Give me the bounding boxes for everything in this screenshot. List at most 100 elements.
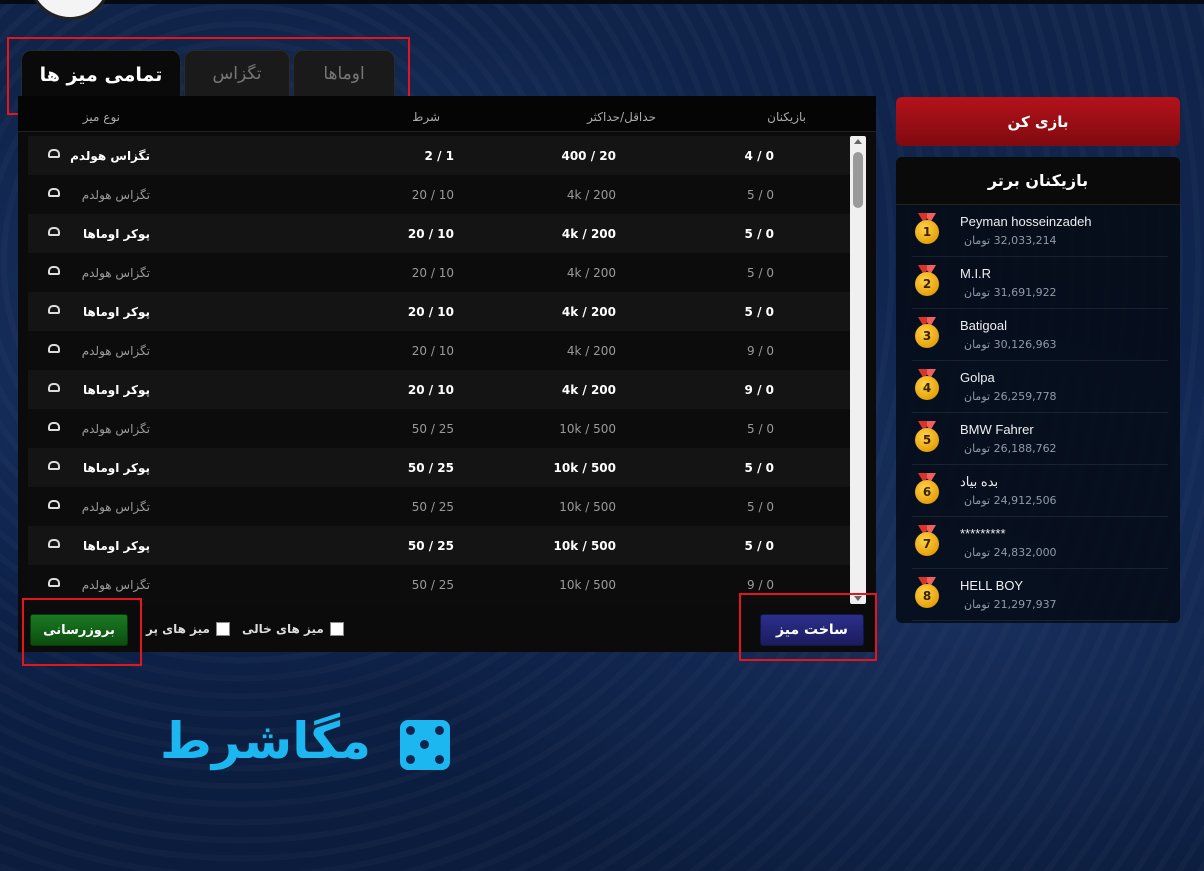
medal-icon: 3 [914, 317, 940, 348]
players-cell: 0 / 5 [747, 266, 774, 280]
top-players-title: بازیکنان برتر [896, 157, 1180, 205]
header-type: نوع میز [82, 110, 120, 124]
header-bet: شرط [412, 110, 440, 124]
table-row[interactable]: 0 / 5 500 / 10k 25 / 50 تگزاس هولدم [28, 487, 850, 526]
scrollbar[interactable] [850, 136, 866, 604]
top-player-item: 6 بده بیاد 24,912,506 تومان [912, 465, 1168, 517]
table-icon [48, 422, 60, 431]
bet-cell: 25 / 50 [407, 461, 454, 475]
players-cell: 0 / 5 [744, 539, 774, 553]
player-score: 24,832,000 تومان [964, 546, 1057, 559]
bet-cell: 25 / 50 [411, 422, 454, 436]
brand-logo: مگاشرط [160, 712, 452, 792]
table-icon [48, 266, 60, 275]
table-type-cell: پوکر اوماها [83, 383, 150, 397]
medal-icon: 7 [914, 525, 940, 556]
table-row[interactable]: 0 / 9 200 / 4k 10 / 20 تگزاس هولدم [28, 331, 850, 370]
minmax-cell: 500 / 10k [559, 422, 616, 436]
minmax-cell: 500 / 10k [553, 461, 617, 475]
top-bar [0, 0, 1204, 4]
tables-footer: بروزرسانی میز های پر میز های خالی ساخت م… [18, 606, 876, 652]
table-row[interactable]: 0 / 5 200 / 4k 10 / 20 پوکر اوماها [28, 292, 850, 331]
minmax-cell: 500 / 10k [559, 500, 616, 514]
top-player-item: 4 Golpa 26,259,778 تومان [912, 361, 1168, 413]
table-type-cell: تگزاس هولدم [81, 578, 150, 592]
table-row[interactable]: 0 / 5 500 / 10k 25 / 50 پوکر اوماها [28, 526, 850, 565]
medal-icon: 8 [914, 577, 940, 608]
avatar[interactable] [28, 0, 112, 20]
table-icon [48, 305, 60, 314]
top-player-item: 7 ********* 24,832,000 تومان [912, 517, 1168, 569]
player-score: 30,126,963 تومان [964, 338, 1057, 351]
table-icon [48, 539, 60, 548]
tab-omaha[interactable]: اوماها [293, 50, 395, 96]
top-player-item: 5 BMW Fahrer 26,188,762 تومان [912, 413, 1168, 465]
medal-icon: 5 [914, 421, 940, 452]
minmax-cell: 200 / 4k [561, 383, 616, 397]
empty-tables-label: میز های خالی [242, 622, 324, 636]
medal-icon: 2 [914, 265, 940, 296]
table-row[interactable]: 0 / 9 200 / 4k 10 / 20 پوکر اوماها [28, 370, 850, 409]
player-name: Peyman hosseinzadeh [960, 214, 1092, 229]
full-tables-checkbox[interactable]: میز های پر [146, 622, 230, 636]
table-row[interactable]: 0 / 5 200 / 4k 10 / 20 تگزاس هولدم [28, 175, 850, 214]
top-players-list: 1 Peyman hosseinzadeh 32,033,214 تومان 2 M.I… [896, 205, 1180, 621]
tables-panel: بازیکنان حداقل/حداکثر شرط نوع میز 0 / 4 2… [18, 96, 876, 652]
full-tables-label: میز های پر [146, 622, 210, 636]
table-row[interactable]: 0 / 9 500 / 10k 25 / 50 تگزاس هولدم [28, 565, 850, 604]
table-row[interactable]: 0 / 5 200 / 4k 10 / 20 پوکر اوماها [28, 214, 850, 253]
bet-cell: 10 / 20 [411, 266, 454, 280]
medal-icon: 6 [914, 473, 940, 504]
bet-cell: 25 / 50 [411, 578, 454, 592]
table-type-cell: تگزاس هولدم [81, 266, 150, 280]
player-name: Batigoal [960, 318, 1007, 333]
table-type-cell: تگزاس هولدم [81, 422, 150, 436]
table-icon [48, 578, 60, 587]
players-cell: 0 / 9 [747, 344, 774, 358]
tab-all-tables[interactable]: تمامی میز ها [21, 50, 181, 98]
players-cell: 0 / 9 [744, 383, 774, 397]
table-type-cell: پوکر اوماها [83, 539, 150, 553]
player-name: بده بیاد [960, 474, 999, 489]
top-player-item: 2 M.I.R 31,691,922 تومان [912, 257, 1168, 309]
bet-cell: 25 / 50 [407, 539, 454, 553]
table-row[interactable]: 0 / 4 20 / 400 1 / 2 تگزاس هولدم [28, 136, 850, 175]
medal-icon: 1 [914, 213, 940, 244]
table-icon [48, 500, 60, 509]
table-type-cell: تگزاس هولدم [81, 500, 150, 514]
player-name: M.I.R [960, 266, 992, 281]
player-score: 31,691,922 تومان [964, 286, 1057, 299]
minmax-cell: 20 / 400 [561, 149, 616, 163]
bet-cell: 10 / 20 [407, 227, 454, 241]
table-icon [48, 461, 60, 470]
play-button[interactable]: بازی کن [896, 97, 1180, 146]
checkbox-box[interactable] [215, 622, 230, 636]
top-player-item: 1 Peyman hosseinzadeh 32,033,214 تومان [912, 205, 1168, 257]
players-cell: 0 / 5 [747, 500, 774, 514]
checkbox-box[interactable] [329, 622, 344, 636]
scroll-thumb[interactable] [853, 152, 863, 208]
table-tabs: تمامی میز ها تگزاس اوماها [18, 50, 398, 98]
logo-text: مگاشرط [160, 712, 373, 770]
table-row[interactable]: 0 / 5 500 / 10k 25 / 50 پوکر اوماها [28, 448, 850, 487]
scroll-up-icon[interactable] [854, 139, 862, 144]
create-table-button[interactable]: ساخت میز [760, 614, 864, 646]
table-type-cell: تگزاس هولدم [81, 344, 150, 358]
table-row[interactable]: 0 / 5 500 / 10k 25 / 50 تگزاس هولدم [28, 409, 850, 448]
minmax-cell: 500 / 10k [559, 578, 616, 592]
players-cell: 0 / 5 [747, 422, 774, 436]
player-score: 26,188,762 تومان [964, 442, 1057, 455]
minmax-cell: 200 / 4k [566, 266, 616, 280]
minmax-cell: 200 / 4k [561, 227, 616, 241]
bet-cell: 10 / 20 [407, 305, 454, 319]
refresh-button[interactable]: بروزرسانی [30, 614, 128, 646]
empty-tables-checkbox[interactable]: میز های خالی [242, 622, 344, 636]
table-row[interactable]: 0 / 5 200 / 4k 10 / 20 تگزاس هولدم [28, 253, 850, 292]
scroll-down-icon[interactable] [854, 596, 862, 601]
bet-cell: 10 / 20 [411, 188, 454, 202]
bet-cell: 1 / 2 [424, 149, 454, 163]
table-type-cell: پوکر اوماها [83, 461, 150, 475]
players-cell: 0 / 5 [744, 305, 774, 319]
tab-texas[interactable]: تگزاس [184, 50, 290, 96]
table-header: بازیکنان حداقل/حداکثر شرط نوع میز [18, 96, 876, 132]
